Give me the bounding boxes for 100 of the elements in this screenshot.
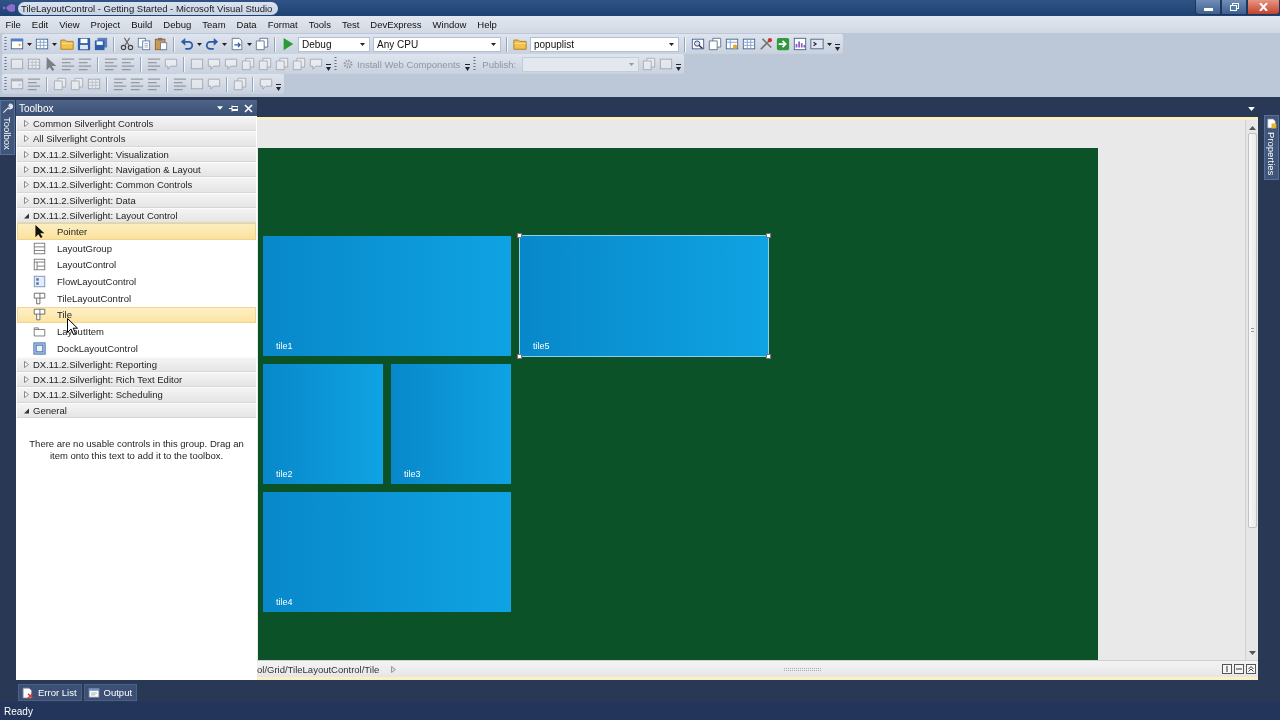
- menu-item[interactable]: Team: [196, 17, 232, 32]
- resize-handle-icon[interactable]: [766, 354, 771, 359]
- vertical-scrollbar[interactable]: [1245, 120, 1258, 660]
- toolbox-item[interactable]: FlowLayoutControl: [17, 273, 256, 290]
- tile-shape-icon: [33, 308, 46, 322]
- menu-item[interactable]: Project: [85, 17, 126, 32]
- console-window-icon[interactable]: [810, 37, 824, 51]
- menu-item[interactable]: Debug: [157, 17, 197, 32]
- menu-item[interactable]: Help: [471, 17, 503, 32]
- redo-icon[interactable]: [205, 37, 219, 51]
- group-header[interactable]: Common Silverlight Controls: [17, 116, 256, 132]
- close-button[interactable]: [1247, 0, 1280, 15]
- side-tab[interactable]: Toolbox: [0, 100, 15, 155]
- dropdown-caret-icon[interactable]: [52, 42, 57, 46]
- grid-panel-icon: [33, 258, 46, 272]
- menu-item[interactable]: Edit: [26, 17, 54, 32]
- dropdown-field[interactable]: Debug: [298, 36, 370, 52]
- menu-item[interactable]: Data: [231, 17, 263, 32]
- grid-window-icon[interactable]: [742, 37, 756, 51]
- tile[interactable]: tile3: [391, 364, 511, 484]
- save-all-icon[interactable]: [94, 37, 108, 51]
- resize-handle-icon[interactable]: [517, 354, 522, 359]
- cut-icon[interactable]: [120, 37, 134, 51]
- toolbox-item[interactable]: LayoutGroup: [17, 239, 256, 257]
- status-text: Ready: [4, 705, 33, 717]
- dropdown-caret-icon[interactable]: [217, 106, 223, 110]
- tile-label: tile3: [404, 469, 421, 479]
- side-tab[interactable]: Properties: [1264, 115, 1279, 181]
- wrench-icon: [2, 103, 13, 114]
- panel-tab[interactable]: Error List: [18, 684, 82, 701]
- menu-item[interactable]: Tools: [303, 17, 337, 32]
- dropdown-caret-icon[interactable]: [247, 42, 252, 46]
- field-label: Publish:: [481, 58, 518, 70]
- menu-item[interactable]: Build: [125, 17, 158, 32]
- window-grid-icon[interactable]: [725, 37, 739, 51]
- documents-icon[interactable]: [708, 37, 722, 51]
- dropdown-caret-icon[interactable]: [669, 42, 674, 46]
- paste-icon[interactable]: [154, 37, 168, 51]
- group-header[interactable]: DX.11.2.Silverlight: Scheduling: [17, 387, 256, 403]
- tile[interactable]: tile5: [520, 236, 768, 356]
- new-window-icon[interactable]: [10, 37, 24, 51]
- scroll-down-icon[interactable]: [1248, 651, 1256, 655]
- collapse-pane-icon[interactable]: [1246, 664, 1256, 674]
- pin-icon[interactable]: [229, 103, 238, 113]
- group-header[interactable]: All Silverlight Controls: [17, 131, 256, 147]
- close-icon[interactable]: [244, 103, 253, 113]
- group-header[interactable]: DX.11.2.Silverlight: Reporting: [17, 356, 256, 372]
- overflow-caret-icon[interactable]: [835, 44, 840, 51]
- panel-tab[interactable]: Output: [83, 684, 138, 701]
- menu-item[interactable]: Window: [427, 17, 472, 32]
- restore-icon: [1229, 3, 1239, 11]
- split-horizontal-icon[interactable]: [1234, 664, 1244, 674]
- triangle-icon[interactable]: [391, 665, 397, 673]
- dropdown-caret-icon[interactable]: [1248, 106, 1255, 111]
- tile[interactable]: tile1: [263, 236, 511, 356]
- menu-item[interactable]: DevExpress: [364, 17, 428, 32]
- tools-icon[interactable]: [759, 37, 773, 51]
- resize-handle-icon[interactable]: [517, 233, 522, 238]
- start-icon[interactable]: [281, 37, 295, 51]
- scroll-up-icon[interactable]: [1248, 126, 1256, 130]
- dropdown-caret-icon[interactable]: [827, 42, 832, 46]
- dropdown-caret-icon[interactable]: [27, 42, 32, 46]
- tile-label: tile5: [533, 341, 550, 351]
- menu-item[interactable]: Format: [262, 17, 304, 32]
- restore-button[interactable]: [1221, 0, 1247, 15]
- folder-icon[interactable]: [513, 37, 527, 51]
- dropdown-caret-icon[interactable]: [360, 42, 365, 46]
- menu-item[interactable]: File: [0, 17, 27, 32]
- breadcrumb-path[interactable]: ol/Grid/TileLayoutControl/Tile: [257, 663, 380, 675]
- toolbox-item[interactable]: TileLayoutControl: [17, 289, 256, 307]
- dropdown-caret-icon[interactable]: [197, 42, 202, 46]
- resize-handle-icon[interactable]: [766, 233, 771, 238]
- dropdown-caret-icon[interactable]: [491, 42, 496, 46]
- copy-icon[interactable]: [137, 37, 151, 51]
- toolbox-item[interactable]: LayoutControl: [17, 256, 256, 274]
- toolbox-item[interactable]: Pointer: [17, 223, 256, 240]
- group-header[interactable]: DX.11.2.Silverlight: Common Controls: [17, 177, 256, 193]
- tile[interactable]: tile2: [263, 364, 383, 484]
- scrollbar-thumb[interactable]: [1247, 133, 1257, 528]
- dropdown-field[interactable]: popuplist: [530, 36, 679, 52]
- toolbar-grip-icon[interactable]: [4, 37, 7, 51]
- grid-window-icon[interactable]: [35, 37, 49, 51]
- dropdown-caret-icon[interactable]: [222, 42, 227, 46]
- document-arrow-icon[interactable]: [230, 37, 244, 51]
- split-vertical-icon[interactable]: [1222, 664, 1232, 674]
- splitter-grip-icon[interactable]: [784, 667, 823, 671]
- framed-panel-icon: [33, 341, 46, 355]
- menu-item[interactable]: Test: [336, 17, 365, 32]
- arrow-box-icon[interactable]: [776, 37, 790, 51]
- undo-icon[interactable]: [180, 37, 194, 51]
- save-icon[interactable]: [77, 37, 91, 51]
- minimize-button[interactable]: [1195, 0, 1221, 15]
- menu-item[interactable]: View: [53, 17, 86, 32]
- window-search-icon[interactable]: [691, 37, 705, 51]
- chart-window-icon[interactable]: [793, 37, 807, 51]
- toolbox-item[interactable]: Tile: [17, 306, 256, 324]
- toolbox-item[interactable]: DockLayoutControl: [17, 339, 256, 357]
- tile[interactable]: tile4: [263, 492, 511, 612]
- document-icon: [1266, 118, 1277, 129]
- dropdown-field[interactable]: Any CPU: [373, 36, 501, 52]
